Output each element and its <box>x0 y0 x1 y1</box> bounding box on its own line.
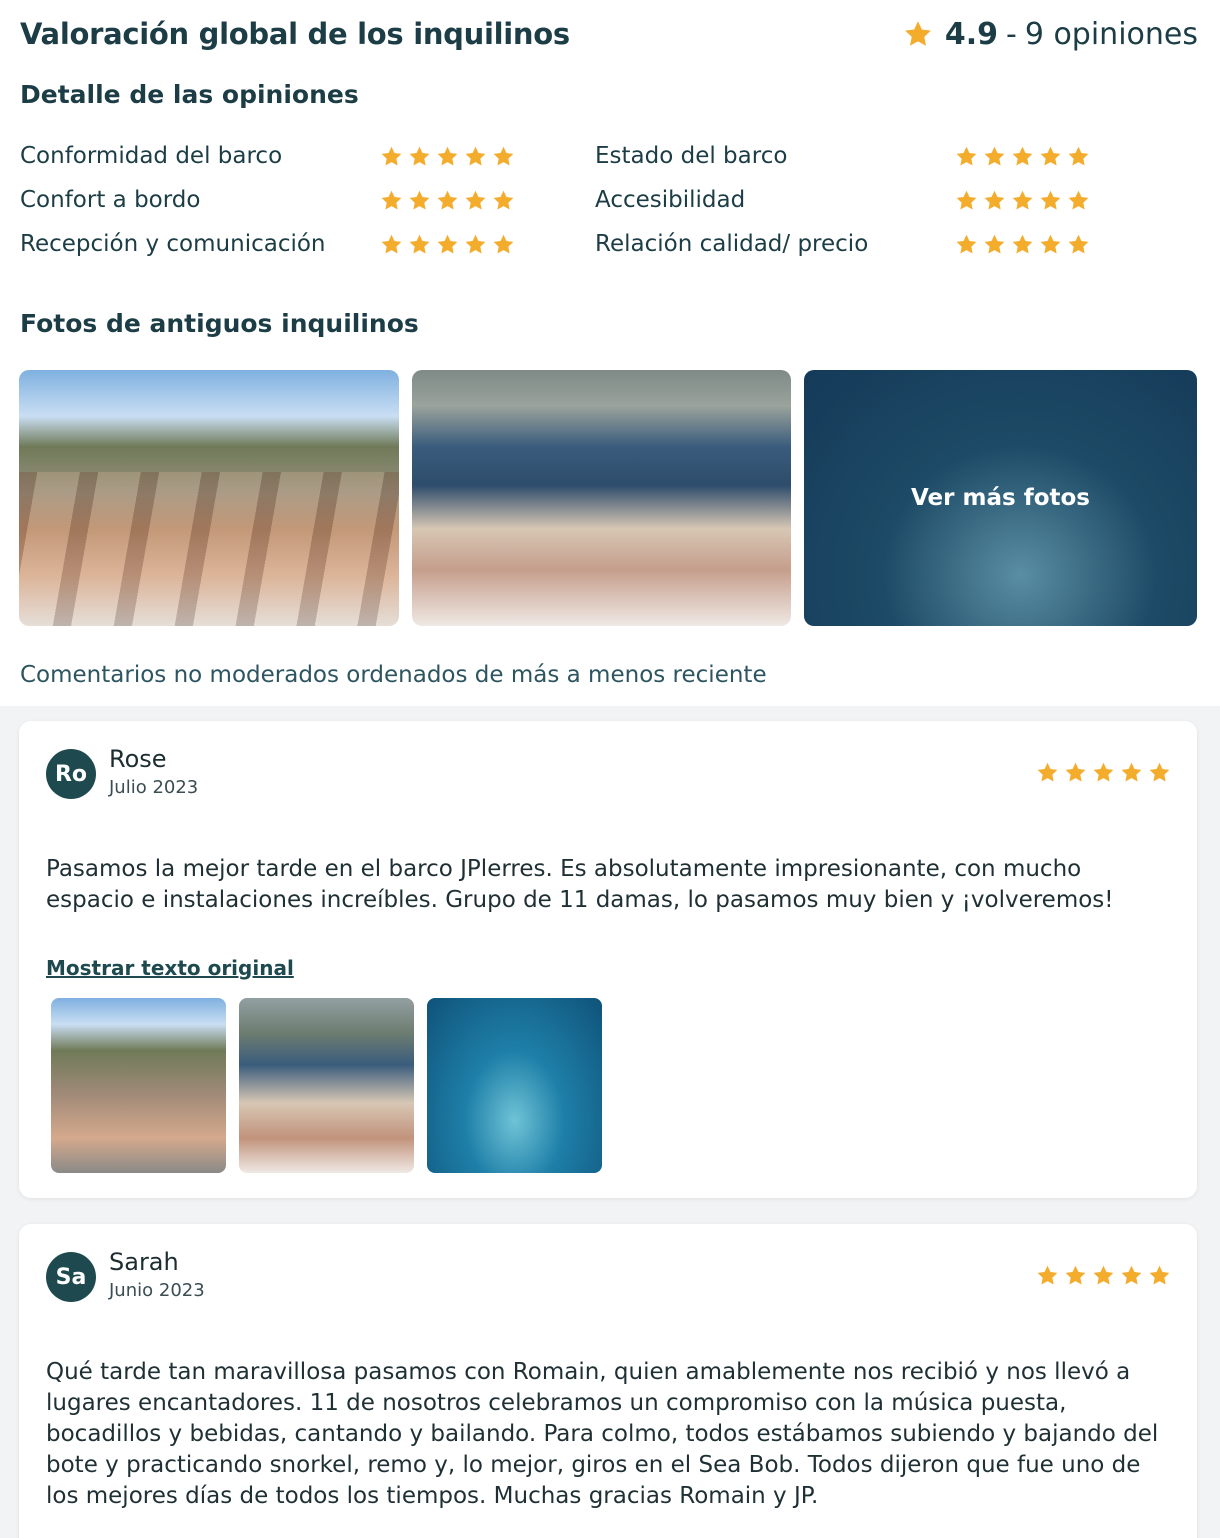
star-icon <box>1068 234 1089 254</box>
avatar: Ro <box>46 749 96 799</box>
star-icon <box>1040 190 1061 210</box>
star-icon <box>984 234 1005 254</box>
review-stars <box>1036 1264 1171 1287</box>
star-icon <box>465 234 486 254</box>
star-icon <box>493 190 514 210</box>
star-icon <box>1093 1265 1114 1285</box>
star-icon <box>493 146 514 166</box>
star-icon <box>1149 762 1170 782</box>
review-date: Junio 2023 <box>109 1280 205 1301</box>
star-icon <box>956 190 977 210</box>
star-icon <box>1068 146 1089 166</box>
star-icon <box>1093 762 1114 782</box>
criterion-accesibilidad: Accesibilidad <box>595 178 1170 222</box>
review-card: Ro Rose Julio 2023 Pasamos la mejor tard… <box>19 721 1197 1198</box>
page-title: Valoración global de los inquilinos <box>20 17 570 51</box>
criterion-stars <box>380 189 515 212</box>
review-author: Rose <box>109 745 167 773</box>
criterion-conformidad: Conformidad del barco <box>20 134 595 178</box>
star-icon <box>381 234 402 254</box>
review-photo[interactable] <box>427 998 602 1173</box>
review-text: Pasamos la mejor tarde en el barco JPler… <box>46 856 1114 913</box>
detail-title: Detalle de las opiniones <box>20 80 359 109</box>
sort-note: Comentarios no moderados ordenados de má… <box>20 662 767 688</box>
criterion-calidad-precio: Relación calidad/ precio <box>595 222 1170 266</box>
criteria-grid: Conformidad del barco Estado del barco C… <box>20 134 1170 266</box>
review-photos <box>51 998 602 1173</box>
star-icon <box>1012 190 1033 210</box>
review-card: Sa Sarah Junio 2023 Qué tarde tan maravi… <box>19 1224 1197 1538</box>
review-count: 9 opiniones <box>1024 16 1198 52</box>
avatar: Sa <box>46 1252 96 1302</box>
criterion-confort: Confort a bordo <box>20 178 595 222</box>
global-score: 4.9 <box>944 16 998 52</box>
see-more-photos-button[interactable]: Ver más fotos <box>804 370 1197 626</box>
renter-photo[interactable] <box>412 370 791 626</box>
star-icon <box>984 190 1005 210</box>
review-date: Julio 2023 <box>109 777 199 798</box>
star-icon <box>1037 1265 1058 1285</box>
review-author: Sarah <box>109 1248 179 1276</box>
see-more-photos-label: Ver más fotos <box>911 485 1090 511</box>
star-icon <box>1065 1265 1086 1285</box>
star-icon <box>437 146 458 166</box>
star-icon <box>1121 1265 1142 1285</box>
star-icon <box>956 234 977 254</box>
star-icon <box>1149 1265 1170 1285</box>
criterion-stars <box>380 145 515 168</box>
criterion-label: Estado del barco <box>595 143 788 169</box>
star-icon <box>1040 146 1061 166</box>
review-text: Qué tarde tan maravillosa pasamos con Ro… <box>46 1359 1159 1509</box>
rating-header: Valoración global de los inquilinos 4.9 … <box>20 12 1198 56</box>
star-icon <box>984 146 1005 166</box>
criterion-stars <box>380 233 515 256</box>
criterion-label: Accesibilidad <box>595 187 746 213</box>
star-icon <box>409 190 430 210</box>
star-icon <box>1040 234 1061 254</box>
rating-separator: - <box>1006 16 1017 52</box>
criterion-stars <box>955 145 1090 168</box>
criterion-stars <box>955 233 1090 256</box>
star-icon <box>1012 146 1033 166</box>
star-icon <box>1012 234 1033 254</box>
criterion-label: Conformidad del barco <box>20 143 283 169</box>
photo-gallery: Ver más fotos <box>19 370 1197 626</box>
review-photo[interactable] <box>51 998 226 1173</box>
review-photo[interactable] <box>239 998 414 1173</box>
star-icon <box>381 146 402 166</box>
star-icon <box>437 190 458 210</box>
renter-photo[interactable] <box>19 370 399 626</box>
star-icon <box>1121 762 1142 782</box>
criterion-label: Confort a bordo <box>20 187 201 213</box>
global-rating: 4.9 - 9 opiniones <box>903 17 1198 52</box>
photos-title: Fotos de antiguos inquilinos <box>20 309 419 338</box>
star-icon <box>465 190 486 210</box>
star-icon <box>465 146 486 166</box>
star-icon <box>1068 190 1089 210</box>
star-icon <box>956 146 977 166</box>
criterion-label: Relación calidad/ precio <box>595 231 869 257</box>
criterion-recepcion: Recepción y comunicación <box>20 222 595 266</box>
review-stars <box>1036 761 1171 784</box>
star-icon <box>409 146 430 166</box>
star-icon <box>1037 762 1058 782</box>
star-icon <box>904 21 931 46</box>
criterion-label: Recepción y comunicación <box>20 231 326 257</box>
star-icon <box>409 234 430 254</box>
criterion-stars <box>955 189 1090 212</box>
show-original-link[interactable]: Mostrar texto original <box>46 956 294 980</box>
star-icon <box>493 234 514 254</box>
star-icon <box>437 234 458 254</box>
criterion-estado: Estado del barco <box>595 134 1170 178</box>
star-icon <box>1065 762 1086 782</box>
star-icon <box>381 190 402 210</box>
